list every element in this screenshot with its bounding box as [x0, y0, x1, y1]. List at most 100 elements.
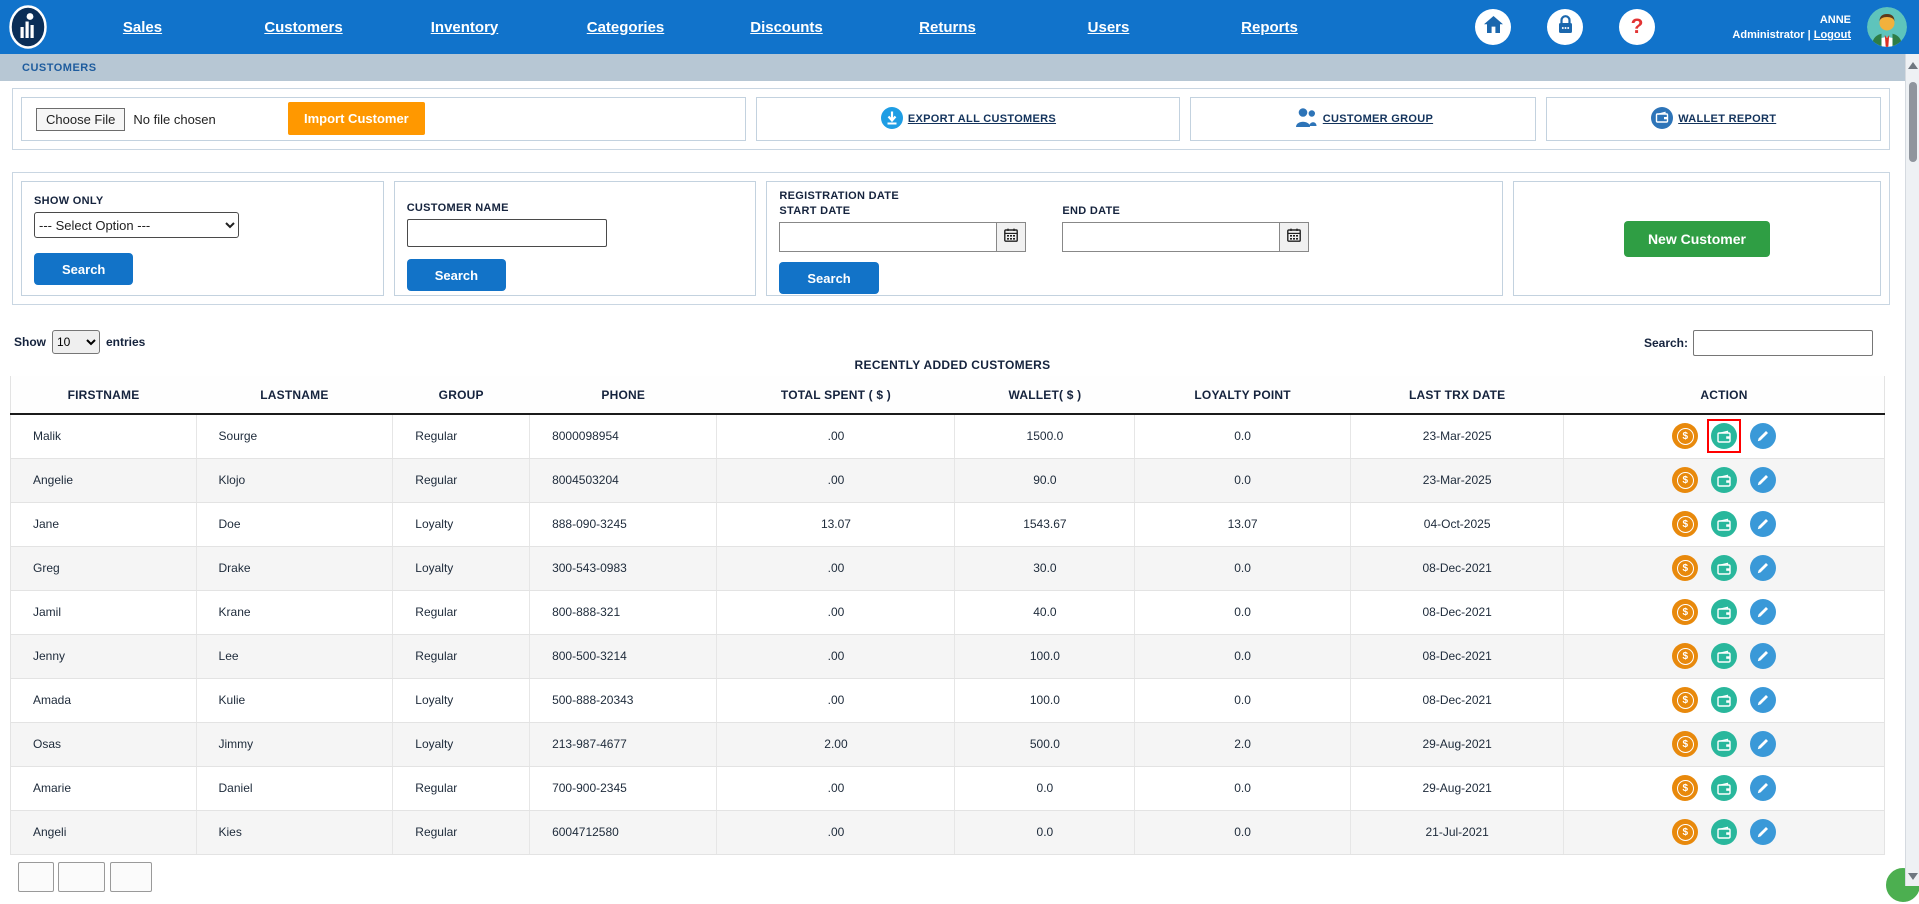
scrollbar-thumb[interactable] — [1909, 82, 1917, 162]
cell-lastname: Sourge — [196, 414, 393, 458]
cell-firstname: Angeli — [11, 810, 197, 854]
cell-total-spent: .00 — [717, 590, 955, 634]
table-row: AngelieKlojoRegular8004503204.0090.00.02… — [11, 458, 1885, 502]
start-date-calendar-button[interactable] — [996, 222, 1026, 252]
table-row: JennyLeeRegular800-500-3214.00100.00.008… — [11, 634, 1885, 678]
money-icon[interactable]: $ — [1672, 643, 1698, 669]
pagination-button[interactable] — [110, 862, 152, 892]
calendar-icon — [1287, 228, 1301, 247]
wallet-icon[interactable] — [1711, 467, 1737, 493]
edit-icon[interactable] — [1750, 511, 1776, 537]
pagination-button[interactable] — [18, 862, 54, 892]
cell-phone: 300-543-0983 — [530, 546, 717, 590]
money-icon[interactable]: $ — [1672, 687, 1698, 713]
wallet-report-link[interactable]: WALLET REPORT — [1651, 107, 1776, 132]
money-icon[interactable]: $ — [1672, 555, 1698, 581]
wallet-icon[interactable] — [1711, 511, 1737, 537]
import-customer-button[interactable]: Import Customer — [288, 102, 425, 135]
pagination-button[interactable] — [58, 862, 105, 892]
app-logo — [8, 4, 48, 55]
nav-item-discounts[interactable]: Discounts — [706, 19, 867, 36]
cell-total-spent: 13.07 — [717, 502, 955, 546]
scroll-down-arrow-icon[interactable] — [1908, 873, 1918, 880]
table-title: RECENTLY ADDED CUSTOMERS — [0, 358, 1905, 372]
cell-wallet: 40.0 — [955, 590, 1135, 634]
wallet-icon[interactable] — [1711, 819, 1737, 845]
table-row: AmarieDanielRegular700-900-2345.000.00.0… — [11, 766, 1885, 810]
cell-firstname: Malik — [11, 414, 197, 458]
end-date-input[interactable] — [1062, 222, 1280, 252]
new-customer-panel: New Customer — [1513, 181, 1881, 296]
nav-item-reports[interactable]: Reports — [1189, 19, 1350, 36]
wallet-icon[interactable] — [1711, 643, 1737, 669]
money-icon[interactable]: $ — [1672, 599, 1698, 625]
cell-loyalty-point: 0.0 — [1135, 414, 1351, 458]
edit-icon[interactable] — [1750, 423, 1776, 449]
table-row: MalikSourgeRegular8000098954.001500.00.0… — [11, 414, 1885, 458]
cell-lastname: Doe — [196, 502, 393, 546]
nav-item-inventory[interactable]: Inventory — [384, 19, 545, 36]
show-label: Show — [14, 335, 46, 349]
table-row: AngeliKiesRegular6004712580.000.00.021-J… — [11, 810, 1885, 854]
home-button[interactable] — [1475, 9, 1511, 45]
wallet-icon[interactable] — [1711, 555, 1737, 581]
money-icon[interactable]: $ — [1672, 775, 1698, 801]
wallet-icon[interactable] — [1711, 687, 1737, 713]
column-header-group: GROUP — [393, 376, 530, 414]
wallet-icon[interactable] — [1711, 731, 1737, 757]
show-only-select[interactable]: --- Select Option --- — [34, 212, 239, 238]
nav-item-users[interactable]: Users — [1028, 19, 1189, 36]
money-icon[interactable]: $ — [1672, 467, 1698, 493]
nav-item-customers[interactable]: Customers — [223, 19, 384, 36]
export-all-customers-link[interactable]: EXPORT ALL CUSTOMERS — [881, 107, 1056, 132]
registration-date-search-button[interactable]: Search — [779, 262, 878, 294]
table-search-input[interactable] — [1693, 330, 1873, 356]
page-size-select[interactable]: 10 — [52, 330, 100, 354]
edit-icon[interactable] — [1750, 643, 1776, 669]
edit-icon[interactable] — [1750, 467, 1776, 493]
wallet-icon[interactable] — [1711, 775, 1737, 801]
cell-lastname: Jimmy — [196, 722, 393, 766]
lock-button[interactable] — [1547, 9, 1583, 45]
cell-lastname: Kies — [196, 810, 393, 854]
logout-link[interactable]: Logout — [1814, 29, 1851, 41]
customer-name-search-button[interactable]: Search — [407, 259, 506, 291]
start-date-input[interactable] — [779, 222, 997, 252]
scroll-up-arrow-icon[interactable] — [1908, 62, 1918, 69]
money-icon[interactable]: $ — [1672, 819, 1698, 845]
choose-file-button[interactable]: Choose File — [36, 108, 125, 131]
money-icon[interactable]: $ — [1672, 731, 1698, 757]
edit-icon[interactable] — [1750, 555, 1776, 581]
user-avatar[interactable] — [1867, 7, 1907, 47]
cell-group: Regular — [393, 458, 530, 502]
cell-actions: $ — [1564, 810, 1885, 854]
registration-date-label: REGISTRATION DATE — [779, 190, 1490, 202]
cell-actions: $ — [1564, 678, 1885, 722]
cell-group: Loyalty — [393, 546, 530, 590]
cell-lastname: Daniel — [196, 766, 393, 810]
customer-group-link[interactable]: CUSTOMER GROUP — [1294, 107, 1433, 131]
money-icon[interactable]: $ — [1672, 423, 1698, 449]
edit-icon[interactable] — [1750, 687, 1776, 713]
help-button[interactable]: ? — [1619, 9, 1655, 45]
nav-item-sales[interactable]: Sales — [62, 19, 223, 36]
edit-icon[interactable] — [1750, 819, 1776, 845]
customer-name-input[interactable] — [407, 219, 607, 247]
cell-firstname: Jane — [11, 502, 197, 546]
filters-bar: SHOW ONLY --- Select Option --- Search C… — [12, 172, 1890, 305]
show-only-label: SHOW ONLY — [34, 195, 371, 207]
show-only-search-button[interactable]: Search — [34, 253, 133, 285]
nav-item-categories[interactable]: Categories — [545, 19, 706, 36]
table-header-row: FIRSTNAMELASTNAMEGROUPPHONETOTAL SPENT (… — [11, 376, 1885, 414]
end-date-calendar-button[interactable] — [1279, 222, 1309, 252]
wallet-icon[interactable] — [1711, 423, 1737, 449]
vertical-scrollbar[interactable] — [1905, 54, 1919, 886]
edit-icon[interactable] — [1750, 731, 1776, 757]
cell-phone: 8000098954 — [530, 414, 717, 458]
wallet-icon[interactable] — [1711, 599, 1737, 625]
new-customer-button[interactable]: New Customer — [1624, 221, 1770, 257]
money-icon[interactable]: $ — [1672, 511, 1698, 537]
edit-icon[interactable] — [1750, 599, 1776, 625]
edit-icon[interactable] — [1750, 775, 1776, 801]
nav-item-returns[interactable]: Returns — [867, 19, 1028, 36]
